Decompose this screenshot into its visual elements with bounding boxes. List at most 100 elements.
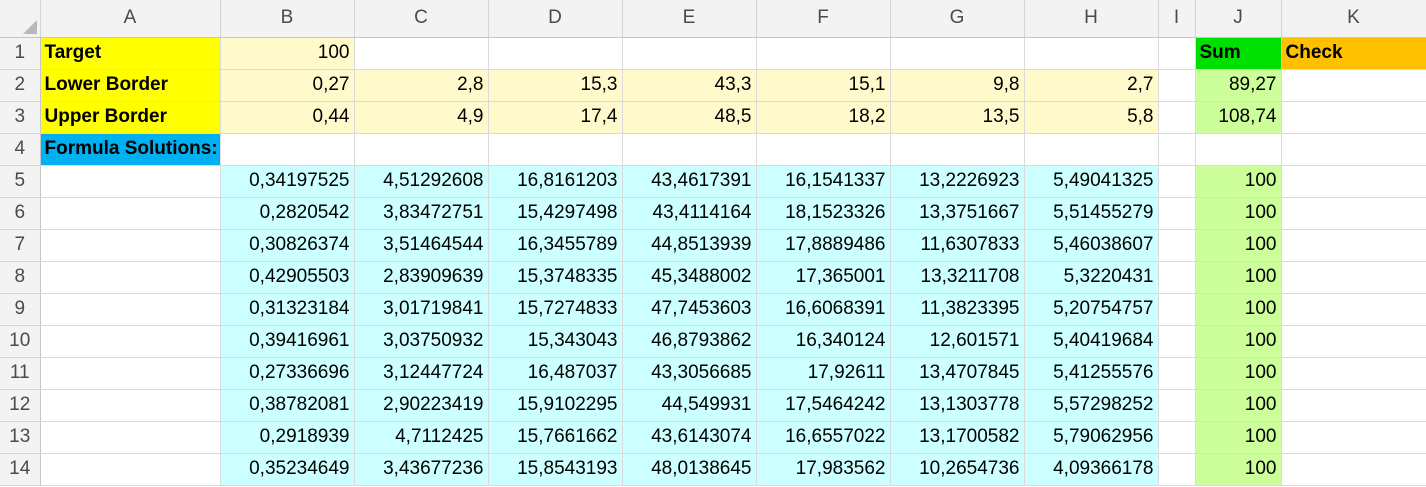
- cell-g13[interactable]: 13,1700582: [890, 421, 1025, 454]
- row-header-4[interactable]: 4: [0, 133, 41, 166]
- cell-h13[interactable]: 5,79062956: [1024, 421, 1159, 454]
- cell-h3[interactable]: 5,8: [1024, 101, 1159, 134]
- cell-i9[interactable]: [1158, 293, 1196, 326]
- cell-c10[interactable]: 3,03750932: [354, 325, 489, 358]
- cell-d11[interactable]: 16,487037: [488, 357, 623, 390]
- row-header-7[interactable]: 7: [0, 229, 41, 262]
- cell-a6[interactable]: [40, 197, 221, 230]
- cell-h11[interactable]: 5,41255576: [1024, 357, 1159, 390]
- row-header-1[interactable]: 1: [0, 37, 41, 70]
- row-header-13[interactable]: 13: [0, 421, 41, 454]
- cell-g14[interactable]: 10,2654736: [890, 453, 1025, 486]
- cell-j5[interactable]: 100: [1195, 165, 1282, 198]
- cell-g10[interactable]: 12,601571: [890, 325, 1025, 358]
- cell-b11[interactable]: 0,27336696: [220, 357, 355, 390]
- row-header-8[interactable]: 8: [0, 261, 41, 294]
- column-header-j[interactable]: J: [1195, 0, 1282, 38]
- column-header-b[interactable]: B: [220, 0, 355, 38]
- cell-f5[interactable]: 16,1541337: [756, 165, 891, 198]
- cell-d13[interactable]: 15,7661662: [488, 421, 623, 454]
- row-header-12[interactable]: 12: [0, 389, 41, 422]
- cell-k7[interactable]: [1281, 229, 1426, 262]
- cell-e5[interactable]: 43,4617391: [622, 165, 757, 198]
- cell-c11[interactable]: 3,12447724: [354, 357, 489, 390]
- cell-c14[interactable]: 3,43677236: [354, 453, 489, 486]
- column-header-h[interactable]: H: [1024, 0, 1159, 38]
- cell-c12[interactable]: 2,90223419: [354, 389, 489, 422]
- cell-b3[interactable]: 0,44: [220, 101, 355, 134]
- cell-f4[interactable]: [756, 133, 891, 166]
- cell-j8[interactable]: 100: [1195, 261, 1282, 294]
- cell-k13[interactable]: [1281, 421, 1426, 454]
- cell-d4[interactable]: [488, 133, 623, 166]
- cell-g4[interactable]: [890, 133, 1025, 166]
- cell-h6[interactable]: 5,51455279: [1024, 197, 1159, 230]
- cell-f7[interactable]: 17,8889486: [756, 229, 891, 262]
- cell-b10[interactable]: 0,39416961: [220, 325, 355, 358]
- cell-f3[interactable]: 18,2: [756, 101, 891, 134]
- cell-i5[interactable]: [1158, 165, 1196, 198]
- cell-i8[interactable]: [1158, 261, 1196, 294]
- cell-e12[interactable]: 44,549931: [622, 389, 757, 422]
- cell-h14[interactable]: 4,09366178: [1024, 453, 1159, 486]
- cell-h9[interactable]: 5,20754757: [1024, 293, 1159, 326]
- cell-c3[interactable]: 4,9: [354, 101, 489, 134]
- cell-e14[interactable]: 48,0138645: [622, 453, 757, 486]
- cell-d3[interactable]: 17,4: [488, 101, 623, 134]
- cell-j2[interactable]: 89,27: [1195, 69, 1282, 102]
- column-header-d[interactable]: D: [488, 0, 623, 38]
- cell-a8[interactable]: [40, 261, 221, 294]
- cell-g2[interactable]: 9,8: [890, 69, 1025, 102]
- cell-g6[interactable]: 13,3751667: [890, 197, 1025, 230]
- cell-g1[interactable]: [890, 37, 1025, 70]
- row-header-5[interactable]: 5: [0, 165, 41, 198]
- cell-a2[interactable]: Lower Border: [40, 69, 221, 102]
- cell-i12[interactable]: [1158, 389, 1196, 422]
- cell-c7[interactable]: 3,51464544: [354, 229, 489, 262]
- cell-h1[interactable]: [1024, 37, 1159, 70]
- row-header-11[interactable]: 11: [0, 357, 41, 390]
- cell-d12[interactable]: 15,9102295: [488, 389, 623, 422]
- cell-b4[interactable]: [220, 133, 355, 166]
- cell-g9[interactable]: 11,3823395: [890, 293, 1025, 326]
- cell-b5[interactable]: 0,34197525: [220, 165, 355, 198]
- row-header-2[interactable]: 2: [0, 69, 41, 102]
- cell-d7[interactable]: 16,3455789: [488, 229, 623, 262]
- cell-a13[interactable]: [40, 421, 221, 454]
- cell-f1[interactable]: [756, 37, 891, 70]
- cell-i3[interactable]: [1158, 101, 1196, 134]
- cell-h4[interactable]: [1024, 133, 1159, 166]
- cell-c8[interactable]: 2,83909639: [354, 261, 489, 294]
- cell-i2[interactable]: [1158, 69, 1196, 102]
- row-header-3[interactable]: 3: [0, 101, 41, 134]
- cell-h7[interactable]: 5,46038607: [1024, 229, 1159, 262]
- cell-k14[interactable]: [1281, 453, 1426, 486]
- cell-c2[interactable]: 2,8: [354, 69, 489, 102]
- cell-e4[interactable]: [622, 133, 757, 166]
- cell-a4[interactable]: Formula Solutions:: [40, 133, 221, 166]
- cell-j12[interactable]: 100: [1195, 389, 1282, 422]
- cell-a9[interactable]: [40, 293, 221, 326]
- cell-i13[interactable]: [1158, 421, 1196, 454]
- cell-j11[interactable]: 100: [1195, 357, 1282, 390]
- cell-f8[interactable]: 17,365001: [756, 261, 891, 294]
- cell-j10[interactable]: 100: [1195, 325, 1282, 358]
- cell-k4[interactable]: [1281, 133, 1426, 166]
- cell-b6[interactable]: 0,2820542: [220, 197, 355, 230]
- cell-k9[interactable]: [1281, 293, 1426, 326]
- cell-e3[interactable]: 48,5: [622, 101, 757, 134]
- cell-k1[interactable]: Check: [1281, 37, 1426, 70]
- cell-d1[interactable]: [488, 37, 623, 70]
- cell-c4[interactable]: [354, 133, 489, 166]
- cell-c5[interactable]: 4,51292608: [354, 165, 489, 198]
- cell-e1[interactable]: [622, 37, 757, 70]
- column-header-c[interactable]: C: [354, 0, 489, 38]
- cell-j1[interactable]: Sum: [1195, 37, 1282, 70]
- cell-d5[interactable]: 16,8161203: [488, 165, 623, 198]
- cell-e13[interactable]: 43,6143074: [622, 421, 757, 454]
- cell-d10[interactable]: 15,343043: [488, 325, 623, 358]
- cell-d6[interactable]: 15,4297498: [488, 197, 623, 230]
- column-header-a[interactable]: A: [40, 0, 221, 38]
- column-header-k[interactable]: K: [1281, 0, 1426, 38]
- cell-g7[interactable]: 11,6307833: [890, 229, 1025, 262]
